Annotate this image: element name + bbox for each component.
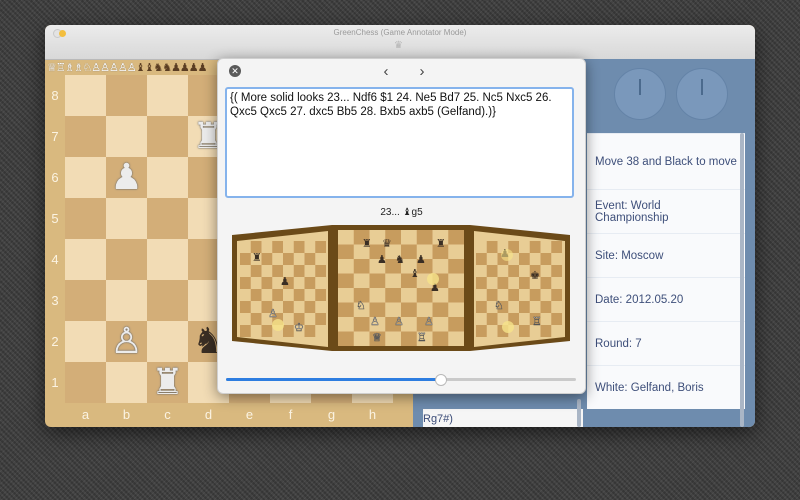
white-rook-piece[interactable]: ♜: [151, 364, 183, 401]
annotation-popover: ✕ ‹ › {( More solid looks 23... Ndf6 $1 …: [217, 58, 586, 394]
captured-white-pieces: ♕♖♗♗♘♙♙♙♙♙: [47, 62, 137, 74]
rank-label: 1: [51, 375, 59, 390]
white-pawn-piece[interactable]: ♙: [110, 323, 142, 360]
square-a6[interactable]: [65, 157, 106, 198]
square-c4[interactable]: [147, 239, 188, 280]
game-info-list[interactable]: Move 38 and Black to move Event: World Ch…: [587, 133, 745, 427]
chess-crown-icon: ♛: [394, 40, 403, 51]
square-a7[interactable]: [65, 116, 106, 157]
window-title: GreenChess (Game Annotator Mode): [333, 28, 467, 37]
annotation-text-field[interactable]: {( More solid looks 23... Ndf6 $1 24. Ne…: [225, 87, 574, 198]
square-b8[interactable]: [106, 75, 147, 116]
square-b3[interactable]: [106, 280, 147, 321]
captured-black-pieces: ♝♝♞♞♟♟♟♟: [135, 62, 208, 74]
file-label: b: [122, 407, 131, 422]
info-item[interactable]: Event: World Championship: [587, 189, 745, 233]
rank-label: 3: [51, 293, 59, 308]
square-c6[interactable]: [147, 157, 188, 198]
rank-label: 5: [51, 211, 59, 226]
square-a1[interactable]: [65, 362, 106, 403]
info-item[interactable]: Site: Moscow: [587, 233, 745, 277]
info-item[interactable]: White: Gelfand, Boris: [587, 365, 745, 409]
file-label: a: [81, 407, 90, 422]
svg-text:♜: ♜: [362, 237, 372, 250]
svg-text:♟: ♟: [280, 275, 290, 288]
svg-text:♚: ♚: [530, 269, 540, 282]
file-label: d: [204, 407, 213, 422]
square-c3[interactable]: [147, 280, 188, 321]
svg-text:♞: ♞: [395, 253, 405, 266]
chevron-right-icon[interactable]: ›: [414, 63, 430, 80]
square-a4[interactable]: [65, 239, 106, 280]
white-clock-icon: [614, 68, 666, 120]
file-label: h: [368, 407, 377, 422]
square-a8[interactable]: [65, 75, 106, 116]
square-c8[interactable]: [147, 75, 188, 116]
svg-text:♝: ♝: [410, 267, 420, 280]
square-a3[interactable]: [65, 280, 106, 321]
rank-label: 4: [51, 252, 59, 267]
info-item[interactable]: Date: 2012.05.20: [587, 277, 745, 321]
svg-text:♙: ♙: [268, 307, 278, 320]
square-a2[interactable]: [65, 321, 106, 362]
rank-label: 6: [51, 170, 59, 185]
slider-thumb[interactable]: [434, 374, 447, 386]
move-list-text: Rg7#): [423, 409, 583, 427]
square-c2[interactable]: [147, 321, 188, 362]
square-b5[interactable]: [106, 198, 147, 239]
square-b2[interactable]: ♙: [106, 321, 147, 362]
rank-label: 2: [51, 334, 59, 349]
current-move-label: 23... ♝g5: [380, 207, 423, 218]
svg-text:♜: ♜: [252, 251, 262, 264]
file-label: c: [164, 407, 171, 422]
square-c7[interactable]: [147, 116, 188, 157]
file-label: g: [327, 407, 336, 422]
svg-text:♔: ♔: [294, 321, 304, 334]
svg-text:♘: ♘: [356, 299, 366, 312]
square-a5[interactable]: [65, 198, 106, 239]
svg-text:♟: ♟: [377, 253, 387, 266]
square-c5[interactable]: [147, 198, 188, 239]
svg-text:♙: ♙: [370, 315, 380, 328]
info-scrollbar[interactable]: [740, 133, 744, 427]
square-b6[interactable]: ♟: [106, 157, 147, 198]
title-bar: GreenChess (Game Annotator Mode) ♛: [45, 25, 755, 60]
svg-text:♙: ♙: [424, 315, 434, 328]
square-b4[interactable]: [106, 239, 147, 280]
rank-label: 8: [51, 88, 59, 103]
square-b7[interactable]: [106, 116, 147, 157]
svg-text:♘: ♘: [494, 299, 504, 312]
3d-board-preview: ♜ ♛ ♜ ♟ ♞ ♟ ♝ ♟ ♘ ♙ ♙ ♙ ♕ ♖ ♜ ♟ ♙ ♔ ♟ ♚ …: [232, 225, 570, 351]
info-item[interactable]: Round: 7: [587, 321, 745, 365]
file-label: f: [288, 407, 293, 422]
svg-text:♖: ♖: [417, 331, 427, 344]
white-pawn-piece[interactable]: ♟: [110, 159, 142, 196]
info-item[interactable]: Move 38 and Black to move: [587, 133, 745, 189]
square-b1[interactable]: [106, 362, 147, 403]
svg-text:♟: ♟: [416, 253, 426, 266]
svg-text:♙: ♙: [394, 315, 404, 328]
black-clock-icon: [676, 68, 728, 120]
move-list-scrollbar[interactable]: [577, 399, 581, 427]
chevron-left-icon[interactable]: ‹: [378, 63, 394, 80]
close-icon[interactable]: ✕: [229, 65, 241, 77]
svg-text:♛: ♛: [382, 237, 392, 250]
rank-label: 7: [51, 129, 59, 144]
move-slider[interactable]: [226, 374, 576, 386]
svg-text:♖: ♖: [532, 315, 542, 328]
svg-text:♕: ♕: [372, 331, 382, 344]
svg-text:♜: ♜: [436, 237, 446, 250]
file-label: e: [245, 407, 254, 422]
square-c1[interactable]: ♜: [147, 362, 188, 403]
